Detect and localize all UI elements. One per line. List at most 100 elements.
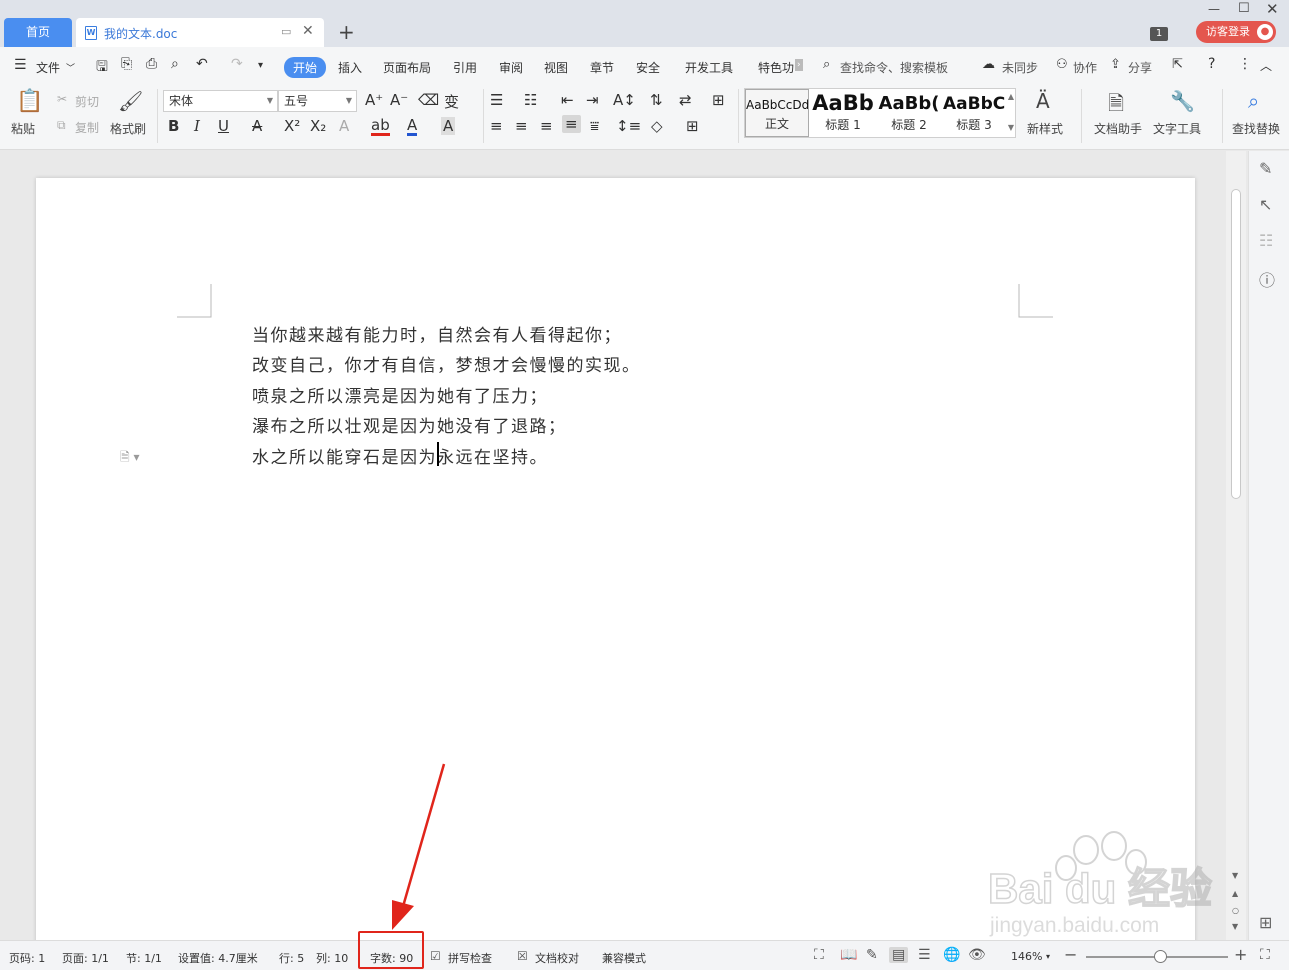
clear-format-icon[interactable]: ⌫ bbox=[418, 91, 439, 109]
status-row[interactable]: 行: 5 bbox=[279, 950, 304, 966]
page-view-icon[interactable]: ▤ bbox=[889, 947, 909, 963]
find-replace-button[interactable]: 查找替换 bbox=[1232, 120, 1286, 137]
clipboard-icon[interactable]: 📋 bbox=[16, 89, 43, 114]
doc-line-2[interactable]: 改变自己，你才有自信，梦想才会慢慢的实现。 bbox=[252, 351, 641, 376]
pen-icon[interactable]: ✎ bbox=[1259, 159, 1272, 178]
login-button[interactable]: 访客登录 ● bbox=[1196, 21, 1276, 43]
doc-line-5[interactable]: 水之所以能穿石是因为永远在坚持。 bbox=[252, 443, 548, 468]
scrollbar-thumb[interactable] bbox=[1231, 189, 1241, 499]
menu-tab-review[interactable]: 审阅 bbox=[499, 59, 523, 76]
save-icon[interactable]: 🖫 bbox=[96, 56, 108, 80]
gallery-more-icon[interactable]: ▼ bbox=[1008, 123, 1014, 132]
fullscreen-icon[interactable]: ⛶ bbox=[814, 947, 824, 963]
more-icon[interactable]: ⋮ bbox=[1238, 56, 1252, 72]
decrease-indent-icon[interactable]: ⇤ bbox=[561, 91, 574, 109]
text-tools-button[interactable]: 文字工具 bbox=[1153, 120, 1201, 137]
text-effect-icon[interactable]: A bbox=[339, 117, 349, 135]
web-view-icon[interactable]: 🌐 bbox=[943, 947, 960, 963]
font-color-icon[interactable]: A bbox=[407, 117, 418, 136]
underline-icon[interactable]: U bbox=[218, 117, 229, 135]
menu-tab-layout[interactable]: 页面布局 bbox=[383, 59, 431, 76]
zoom-in-icon[interactable]: + bbox=[1234, 945, 1247, 964]
pin-window-icon[interactable]: ▭ bbox=[281, 25, 291, 38]
print-icon[interactable]: ⎙ bbox=[146, 56, 157, 72]
eye-protect-icon[interactable]: 👁 bbox=[968, 947, 986, 963]
shrink-font-icon[interactable]: A⁻ bbox=[390, 91, 408, 109]
sync-status[interactable]: 未同步 bbox=[1002, 59, 1038, 76]
increase-indent-icon[interactable]: ⇥ bbox=[586, 91, 599, 109]
status-setting[interactable]: 设置值: 4.7厘米 bbox=[178, 950, 258, 966]
status-page-number[interactable]: 页码: 1 bbox=[9, 950, 45, 966]
read-mode-icon[interactable]: 📖 bbox=[840, 947, 857, 963]
align-right-icon[interactable]: ≡ bbox=[540, 117, 553, 135]
menu-tab-featured[interactable]: 特色功 bbox=[758, 59, 794, 76]
maximize-icon[interactable]: ☐ bbox=[1238, 1, 1250, 16]
new-tab-button[interactable]: + bbox=[338, 20, 355, 44]
paste-button[interactable]: 粘贴 bbox=[11, 120, 35, 137]
menu-tab-insert[interactable]: 插入 bbox=[338, 59, 362, 76]
justify-icon[interactable]: ≡ bbox=[562, 115, 581, 133]
status-page[interactable]: 页面: 1/1 bbox=[62, 950, 109, 966]
grid-view-icon[interactable]: ⊞ bbox=[1259, 913, 1272, 932]
zoom-slider-handle[interactable] bbox=[1154, 950, 1167, 963]
style-normal[interactable]: AaBbCcDd 正文 bbox=[745, 89, 809, 137]
print-preview-icon[interactable]: ⌕ bbox=[171, 56, 179, 72]
doc-line-3[interactable]: 喷泉之所以漂亮是因为她有了压力； bbox=[252, 382, 548, 407]
window-count-badge[interactable]: 1 bbox=[1150, 27, 1168, 41]
bullet-list-icon[interactable]: ☰ bbox=[490, 91, 503, 109]
table-icon[interactable]: ⊞ bbox=[712, 91, 725, 109]
close-window-icon[interactable]: ✕ bbox=[1266, 0, 1279, 18]
hamburger-icon[interactable]: ☰ bbox=[14, 57, 27, 73]
spell-check-button[interactable]: 拼写检查 bbox=[448, 950, 492, 966]
highlight-color-icon[interactable]: ab bbox=[371, 117, 390, 136]
close-tab-icon[interactable]: ✕ bbox=[302, 23, 314, 39]
command-search[interactable]: 查找命令、搜索模板 bbox=[840, 59, 948, 76]
new-style-icon[interactable]: Ä bbox=[1036, 89, 1050, 113]
bold-icon[interactable]: B bbox=[168, 117, 179, 135]
menu-tab-chapter[interactable]: 章节 bbox=[590, 59, 614, 76]
help-icon[interactable]: ? bbox=[1208, 56, 1215, 72]
subscript-icon[interactable]: X₂ bbox=[310, 117, 326, 135]
phonetic-guide-icon[interactable]: 变 bbox=[444, 91, 459, 112]
format-painter-button[interactable]: 格式刷 bbox=[110, 120, 146, 137]
menu-tab-developer[interactable]: 开发工具 bbox=[685, 59, 733, 76]
show-marks-icon[interactable]: ⇄ bbox=[679, 91, 692, 109]
export-icon[interactable]: ⎘ bbox=[121, 56, 132, 72]
line-spacing-icon[interactable]: ↕≡ bbox=[616, 117, 641, 135]
doc-line-4[interactable]: 瀑布之所以壮观是因为她没有了退路； bbox=[252, 412, 567, 437]
font-name-select[interactable]: 宋体 ▼ bbox=[163, 90, 278, 112]
tab-document[interactable]: W 我的文本.doc ▭ ✕ bbox=[76, 18, 324, 47]
doc-assistant-button[interactable]: 文档助手 bbox=[1094, 120, 1142, 137]
scroll-down-icon[interactable]: ▼ bbox=[1232, 871, 1238, 880]
write-mode-icon[interactable]: ✎ bbox=[866, 947, 878, 963]
scissors-icon[interactable]: ✂ bbox=[57, 92, 67, 106]
select-cursor-icon[interactable]: ↖ bbox=[1259, 195, 1272, 214]
zoom-out-icon[interactable]: − bbox=[1064, 945, 1077, 964]
sort-icon[interactable]: ⇅ bbox=[650, 91, 663, 109]
strikethrough-icon[interactable]: A bbox=[252, 117, 262, 135]
undo-icon[interactable]: ↶ bbox=[196, 56, 208, 72]
find-icon[interactable]: ⌕ bbox=[1248, 89, 1259, 113]
zoom-level[interactable]: 146% bbox=[1011, 950, 1042, 963]
next-page-icon[interactable]: ▼ bbox=[1232, 922, 1238, 931]
format-painter-icon[interactable]: 🖌 bbox=[118, 89, 143, 113]
wrench-icon[interactable]: 🔧 bbox=[1170, 89, 1195, 113]
zoom-dropdown-icon[interactable]: ▾ bbox=[1046, 952, 1050, 961]
cut-button[interactable]: 剪切 bbox=[75, 93, 99, 110]
share-button[interactable]: 分享 bbox=[1128, 59, 1152, 76]
menu-tab-view[interactable]: 视图 bbox=[544, 59, 568, 76]
prev-page-icon[interactable]: ▲ bbox=[1232, 889, 1238, 898]
tab-home[interactable]: 首页 bbox=[4, 18, 72, 47]
proofread-button[interactable]: 文档校对 bbox=[535, 950, 579, 966]
help-circle-icon[interactable]: ⓘ bbox=[1259, 267, 1275, 291]
adjust-icon[interactable]: ☷ bbox=[1259, 231, 1273, 250]
align-left-icon[interactable]: ≡ bbox=[490, 117, 503, 135]
select-browse-icon[interactable]: ○ bbox=[1232, 906, 1239, 915]
menu-tab-security[interactable]: 安全 bbox=[636, 59, 660, 76]
chinese-layout-icon[interactable]: A↕ bbox=[613, 91, 636, 109]
more-quick-icon[interactable]: ▾ bbox=[258, 60, 263, 71]
char-shading-icon[interactable]: A bbox=[441, 117, 456, 135]
collab-button[interactable]: 协作 bbox=[1073, 59, 1097, 76]
chevron-up-icon[interactable]: ︿ bbox=[1260, 57, 1272, 74]
outline-view-icon[interactable]: ☰ bbox=[918, 947, 931, 963]
